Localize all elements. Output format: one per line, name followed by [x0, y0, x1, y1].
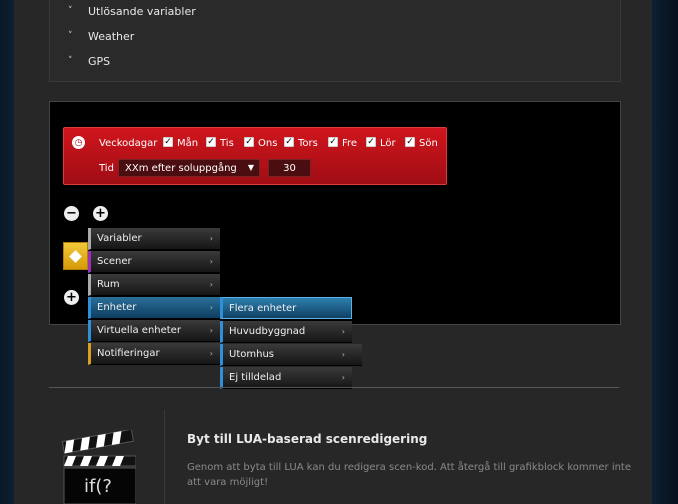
checkbox-sun[interactable]: ✓ — [405, 137, 415, 147]
chevron-right-icon: › — [209, 349, 213, 358]
clapperboard-icon[interactable]: if(? — [62, 430, 136, 504]
diamond-icon — [69, 249, 82, 263]
checkbox-mon[interactable]: ✓ — [163, 137, 173, 147]
chevron-right-icon: › — [209, 326, 213, 335]
menu-item-devices[interactable]: Enheter › — [88, 297, 220, 319]
menu-item-variables[interactable]: Variabler › — [88, 228, 220, 250]
menu-item-label: Scener — [97, 256, 132, 267]
collapse-item-label: GPS — [88, 54, 111, 68]
right-background — [652, 0, 678, 504]
main-panel: ˅ Utlösande variabler ˅ Weather ˅ GPS ◷ … — [14, 0, 652, 504]
day-label-sun: Sön — [419, 138, 438, 149]
day-label-sat: Lör — [380, 138, 396, 149]
submenu-item-label: Ej tilldelad — [229, 372, 282, 383]
day-label-thu: Tors — [298, 138, 318, 149]
menu-item-virtual-devices[interactable]: Virtuella enheter › — [88, 320, 220, 342]
menu-item-label: Enheter — [97, 302, 137, 313]
add-block-button[interactable]: + — [93, 206, 108, 221]
time-select[interactable]: XXm efter soluppgång ▼ — [118, 159, 260, 177]
menu-item-label: Notifieringar — [97, 348, 160, 359]
day-label-wed: Ons — [258, 138, 278, 149]
checkbox-fri[interactable]: ✓ — [328, 137, 338, 147]
remove-block-button[interactable]: − — [64, 206, 79, 221]
menu-item-scenes[interactable]: Scener › — [88, 251, 220, 273]
chevron-right-icon: › — [341, 327, 345, 336]
day-label-fri: Fre — [342, 138, 358, 149]
chevron-down-icon: ˅ — [68, 6, 73, 16]
submenu-item-unassigned[interactable]: Ej tilldelad › — [220, 367, 352, 389]
menu-item-label: Virtuella enheter — [97, 325, 181, 336]
chevron-right-icon: › — [209, 280, 213, 289]
add-action-button[interactable]: + — [64, 290, 79, 305]
menu-item-label: Variabler — [97, 233, 142, 244]
chevron-right-icon: › — [341, 373, 345, 382]
checkbox-tue[interactable]: ✓ — [206, 137, 216, 147]
weekdays-label: Veckodagar — [99, 138, 158, 149]
submenu-item-label: Flera enheter — [229, 302, 297, 314]
chevron-down-icon: ˅ — [68, 56, 73, 66]
checkbox-thu[interactable]: ✓ — [284, 137, 294, 147]
submenu-item-main-building[interactable]: Huvudbyggnad › — [220, 321, 352, 343]
checkbox-wed[interactable]: ✓ — [244, 137, 254, 147]
trigger-block[interactable]: ◷ Veckodagar ✓ Mån ✓ Tis ✓ Ons ✓ Tors ✓ … — [63, 127, 447, 185]
time-label: Tid — [99, 163, 114, 174]
collapse-item-gps[interactable]: ˅ GPS — [50, 51, 110, 71]
collapse-item-trigger-variables[interactable]: ˅ Utlösande variabler — [50, 1, 196, 21]
collapse-item-label: Weather — [88, 29, 135, 43]
day-label-mon: Mån — [177, 138, 199, 149]
left-background — [0, 0, 14, 504]
section-divider — [49, 387, 619, 388]
chevron-down-icon: ˅ — [68, 31, 73, 41]
menu-item-notifications[interactable]: Notifieringar › — [88, 343, 220, 365]
submenu-item-label: Huvudbyggnad — [229, 326, 306, 337]
vertical-divider — [164, 410, 165, 504]
collapse-item-weather[interactable]: ˅ Weather — [50, 26, 134, 46]
clapperboard-text: if(? — [84, 476, 112, 497]
chevron-right-icon: › — [209, 303, 213, 312]
submenu-item-multiple-devices[interactable]: Flera enheter — [220, 297, 352, 319]
chevron-right-icon: › — [209, 234, 213, 243]
chevron-right-icon: › — [341, 350, 345, 359]
chevron-right-icon: › — [209, 257, 213, 266]
time-select-value: XXm efter soluppgång — [125, 162, 237, 174]
caret-down-icon: ▼ — [247, 163, 254, 172]
menu-item-label: Rum — [97, 279, 120, 290]
lua-description: Genom att byta till LUA kan du redigera … — [187, 462, 632, 488]
clock-icon: ◷ — [72, 136, 85, 149]
offset-input[interactable]: 30 — [268, 159, 311, 177]
checkbox-sat[interactable]: ✓ — [366, 137, 376, 147]
action-block[interactable] — [63, 242, 88, 270]
submenu-item-outdoors[interactable]: Utomhus › — [220, 344, 362, 366]
menu-item-rooms[interactable]: Rum › — [88, 274, 220, 296]
collapse-list: ˅ Utlösande variabler ˅ Weather ˅ GPS — [49, 0, 621, 82]
lua-title: Byt till LUA-baserad scenredigering — [187, 432, 428, 446]
submenu-item-label: Utomhus — [229, 349, 274, 360]
collapse-item-label: Utlösande variabler — [88, 4, 196, 18]
day-label-tue: Tis — [220, 138, 234, 149]
